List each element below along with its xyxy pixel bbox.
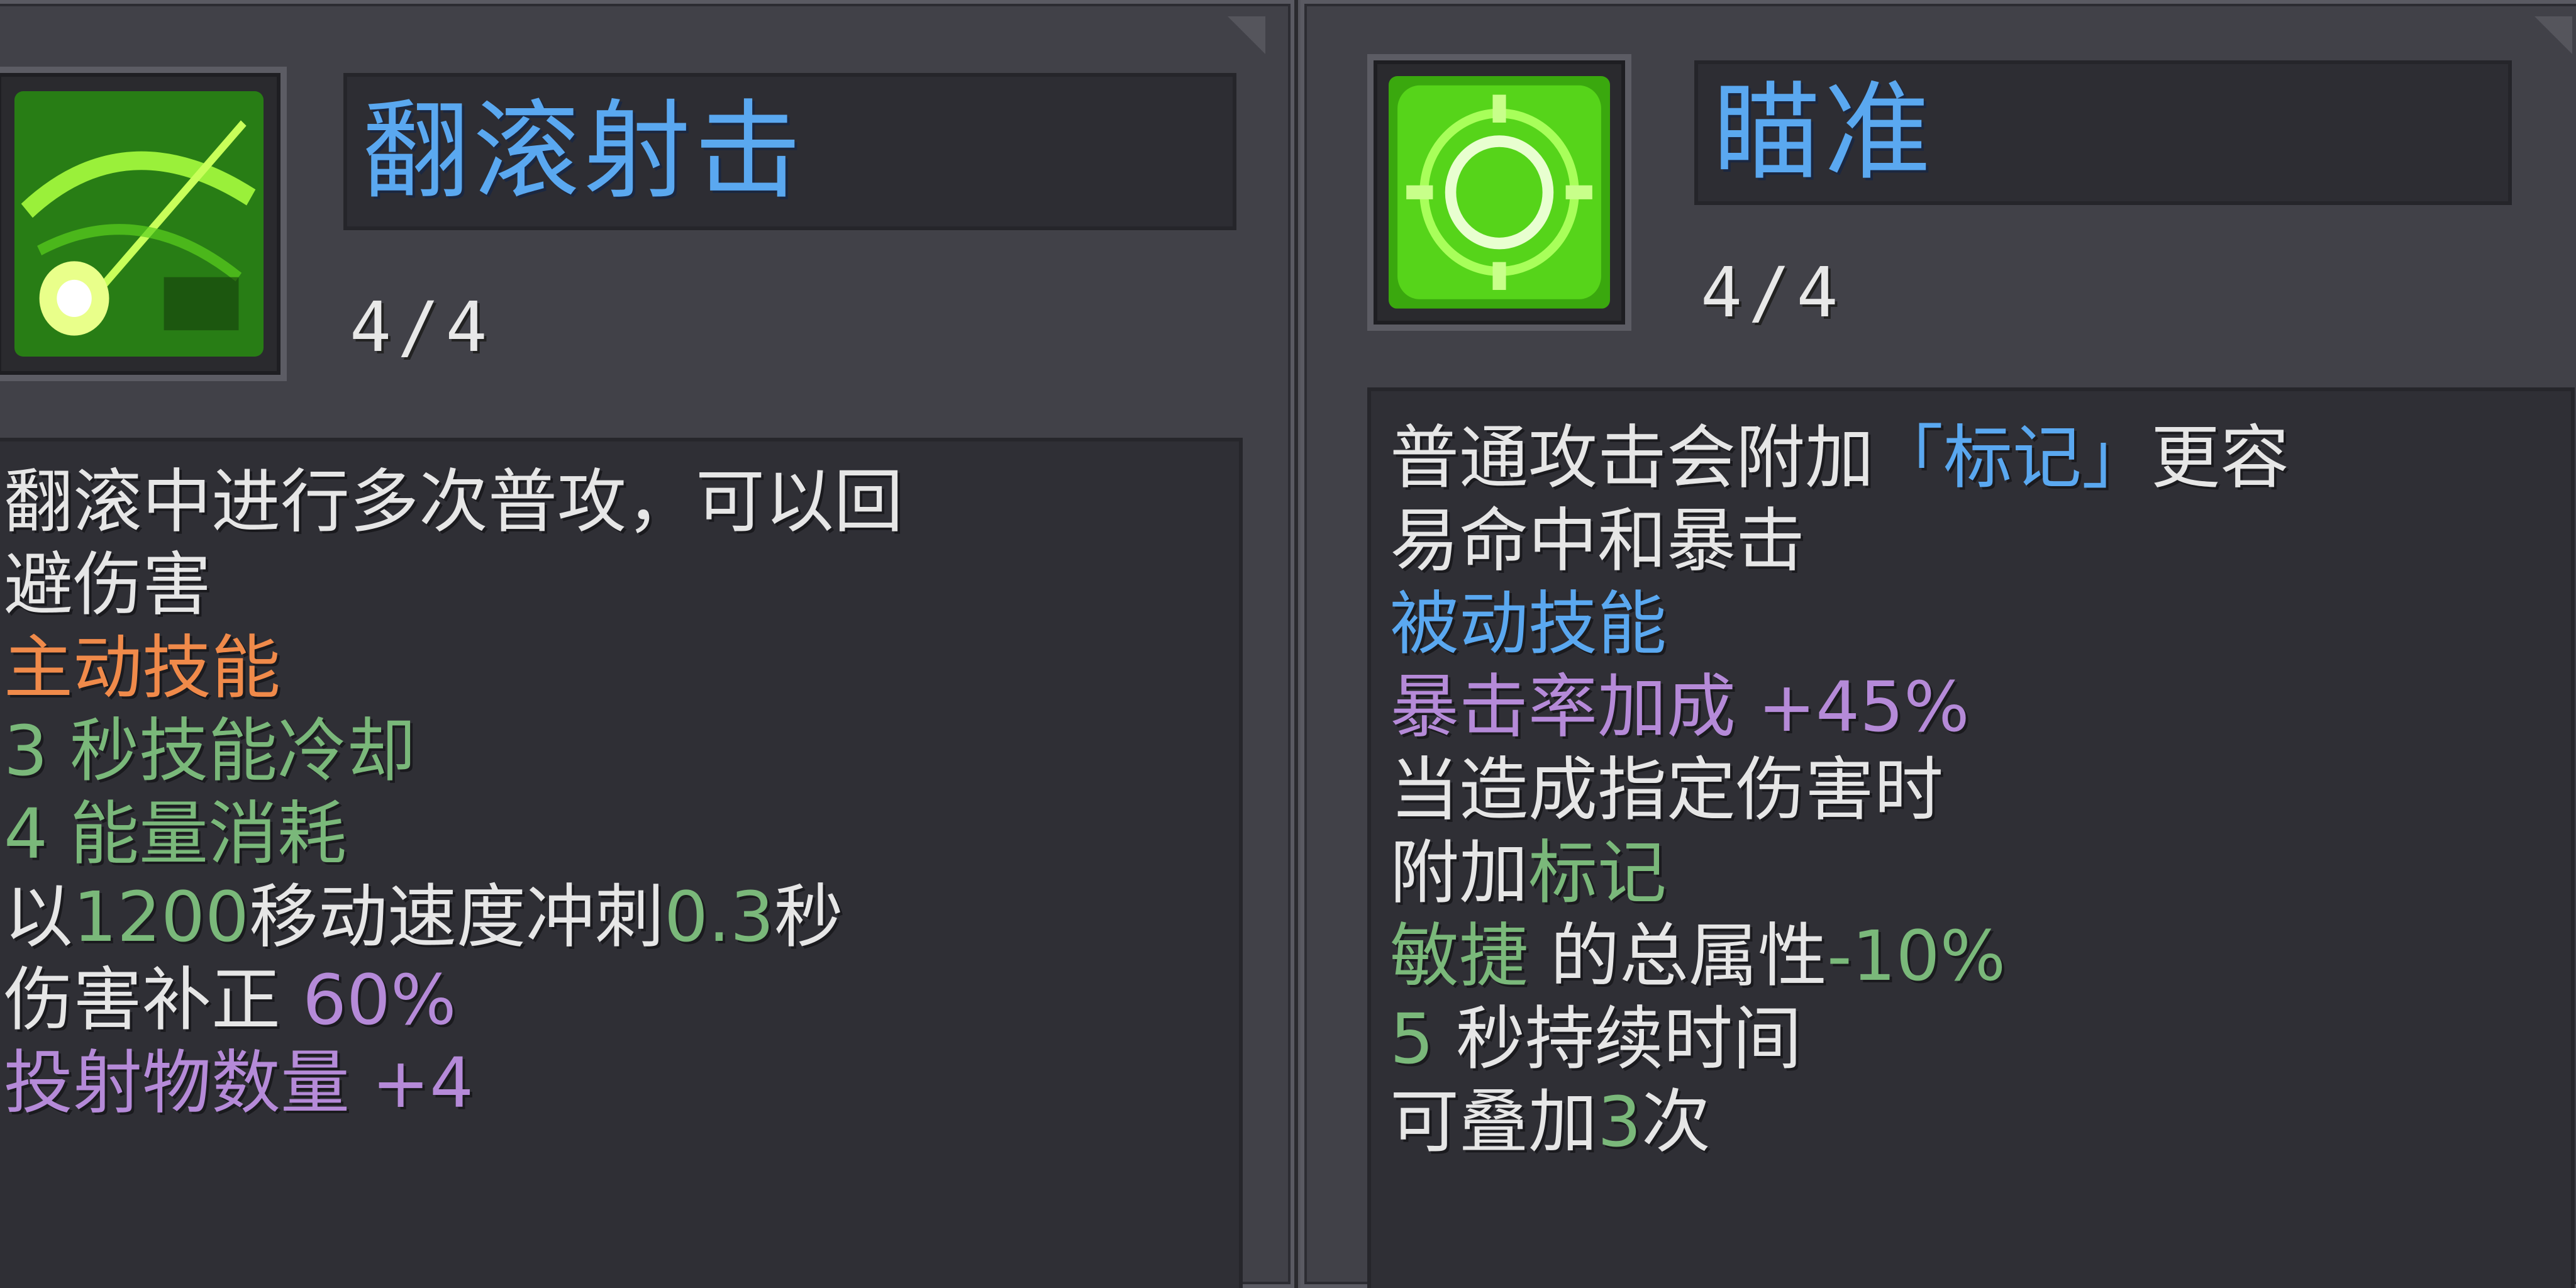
skill-icon-frame[interactable]	[1367, 54, 1631, 331]
mark-keyword: 「标记」	[1874, 418, 2151, 498]
dash-suffix: 秒	[774, 877, 843, 957]
projectile-label: 投射物数量	[4, 1043, 372, 1123]
cooldown-stat: 3 秒技能冷却	[4, 711, 416, 791]
skill-level: 4/4	[1701, 252, 1845, 333]
dash-stat: 以1200移动速度冲刺0.3秒	[4, 875, 1226, 958]
skill-title-box: 翻滚射击	[343, 73, 1236, 230]
skill-type-passive: 被动技能	[1390, 584, 1667, 664]
desc-part: 更容	[2151, 418, 2289, 498]
projectile-stat: 投射物数量 +4	[4, 1041, 1226, 1124]
apply-mark-line: 附加标记	[1390, 831, 2558, 914]
duration-text: 秒持续时间	[1434, 999, 1802, 1079]
agility-value: -10%	[1826, 916, 2006, 996]
crit-label: 暴击率加成	[1390, 667, 1758, 747]
skill-title: 瞄准	[1713, 70, 1935, 195]
description-line: 易命中和暴击	[1390, 501, 1805, 581]
skill-icon-frame[interactable]	[0, 67, 287, 381]
crit-stat: 暴击率加成 +45%	[1390, 665, 2558, 748]
skill-card-aim: 瞄准 4/4 普通攻击会附加「标记」更容 易命中和暴击 被动技能 暴击率加成 +…	[1301, 0, 2576, 1288]
trigger-line: 当造成指定伤害时	[1390, 750, 1943, 830]
stack-num: 3	[1597, 1082, 1641, 1162]
panel-corner-decoration	[1228, 16, 1265, 54]
description-line: 普通攻击会附加「标记」更容	[1390, 416, 2558, 499]
desc-part: 普通攻击会附加	[1390, 418, 1874, 498]
damage-label: 伤害补正	[4, 960, 303, 1040]
dash-prefix: 以	[4, 877, 73, 957]
skill-description-box: 翻滚中进行多次普攻，可以回 避伤害 主动技能 3 秒技能冷却 4 能量消耗 以1…	[0, 438, 1243, 1288]
duration-num: 5	[1390, 999, 1434, 1079]
dash-mid: 移动速度冲刺	[248, 877, 664, 957]
panel-corner-decoration	[2534, 16, 2572, 54]
skill-title-box: 瞄准	[1694, 60, 2512, 205]
dash-time-value: 0.3	[663, 877, 774, 957]
damage-stat: 伤害补正 60%	[4, 958, 1226, 1041]
crit-value: +45%	[1757, 667, 1970, 747]
skill-level: 4/4	[350, 287, 494, 367]
skill-title: 翻滚射击	[362, 89, 806, 214]
description-line: 翻滚中进行多次普攻，可以回	[4, 462, 903, 542]
duration-stat: 5 秒持续时间	[1390, 997, 2558, 1080]
apply-prefix: 附加	[1390, 833, 1528, 913]
agility-mid: 的总属性	[1528, 916, 1827, 996]
damage-value: 60%	[302, 960, 457, 1040]
description-line: 避伤害	[4, 545, 211, 625]
apply-mark: 标记	[1528, 833, 1667, 913]
agility-label: 敏捷	[1390, 916, 1528, 996]
stack-suffix: 次	[1641, 1082, 1711, 1162]
rolling-shot-bow-icon	[14, 91, 264, 357]
energy-cost-stat: 4 能量消耗	[4, 794, 347, 874]
skill-card-rolling-shot: 翻滚射击 4/4 翻滚中进行多次普攻，可以回 避伤害 主动技能 3 秒技能冷却 …	[0, 0, 1294, 1288]
aim-crosshair-icon	[1389, 76, 1610, 309]
stack-prefix: 可叠加	[1390, 1082, 1597, 1162]
projectile-value: +4	[371, 1043, 474, 1123]
skill-tooltip-view: 翻滚射击 4/4 翻滚中进行多次普攻，可以回 避伤害 主动技能 3 秒技能冷却 …	[0, 0, 2576, 1288]
agility-stat: 敏捷 的总属性-10%	[1390, 914, 2558, 997]
skill-description-box: 普通攻击会附加「标记」更容 易命中和暴击 被动技能 暴击率加成 +45% 当造成…	[1367, 387, 2575, 1288]
stack-stat: 可叠加3次	[1390, 1080, 2558, 1163]
dash-speed-value: 1200	[73, 877, 249, 957]
skill-type-active: 主动技能	[4, 628, 280, 708]
